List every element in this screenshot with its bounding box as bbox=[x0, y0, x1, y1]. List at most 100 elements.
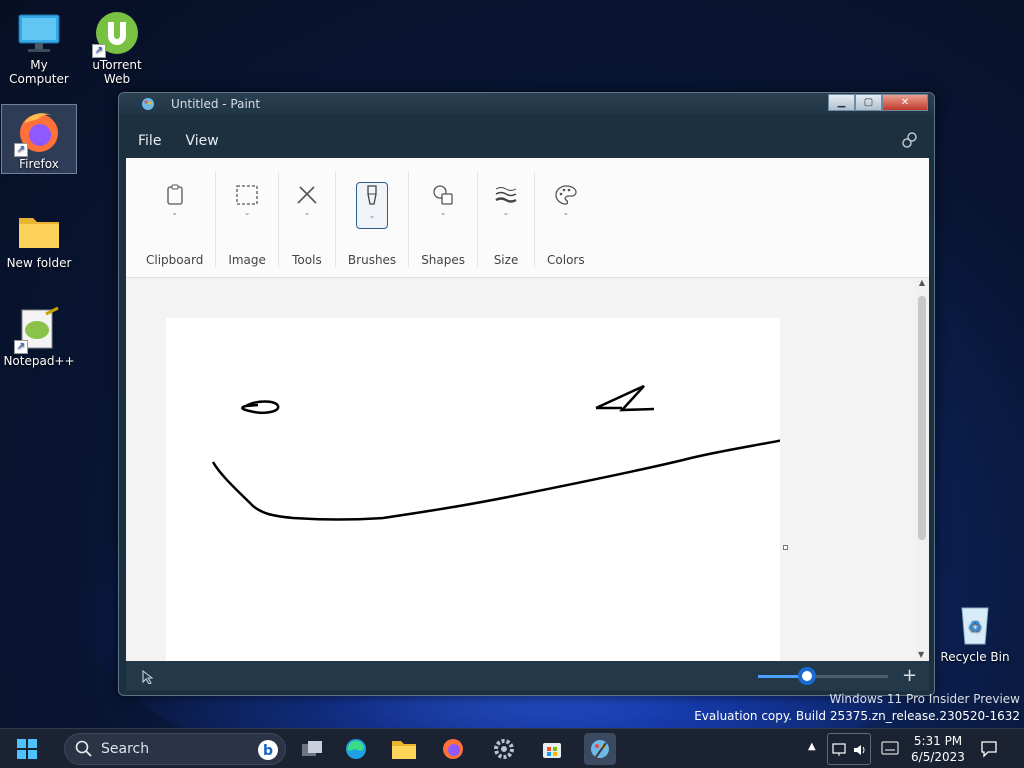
chevron-down-icon: ⌄ bbox=[368, 211, 376, 220]
canvas-resize-handle[interactable] bbox=[783, 545, 788, 550]
search-icon bbox=[75, 740, 92, 757]
volume-icon bbox=[854, 745, 865, 755]
clock[interactable]: 5:31 PM 6/5/2023 bbox=[908, 733, 968, 768]
ribbon-group-shapes[interactable]: ⌄ Shapes bbox=[409, 172, 479, 267]
chevron-down-icon: ⌄ bbox=[562, 208, 570, 217]
desktop-icon-recycle-bin[interactable]: ♻ Recycle Bin bbox=[937, 598, 1013, 664]
ribbon-group-label: Tools bbox=[292, 253, 322, 267]
scroll-up-icon[interactable]: ▲ bbox=[915, 278, 929, 287]
monitor-icon bbox=[16, 10, 62, 56]
chevron-down-icon: ⌄ bbox=[171, 208, 178, 217]
windows-logo-icon bbox=[17, 739, 37, 759]
window-title: Untitled - Paint bbox=[171, 97, 261, 111]
drawing-strokes bbox=[211, 384, 784, 521]
watermark-edition: Windows 11 Pro Insider Preview bbox=[829, 692, 1020, 706]
taskbar-search[interactable]: Search b bbox=[64, 733, 286, 765]
folder-icon bbox=[16, 208, 62, 254]
network-icon bbox=[832, 743, 846, 756]
scrollbar-thumb[interactable] bbox=[918, 296, 926, 540]
tray-group[interactable] bbox=[827, 733, 871, 765]
bing-icon[interactable]: b bbox=[257, 739, 279, 761]
notepad-plus-plus-icon: ↗ bbox=[14, 306, 62, 354]
stroke-right-eye bbox=[595, 384, 655, 412]
minimize-button[interactable]: ▁ bbox=[828, 94, 855, 111]
settings-taskbar-icon[interactable] bbox=[488, 733, 520, 765]
desktop-icon-label: uTorrent Web bbox=[92, 58, 142, 86]
stroke-smile bbox=[211, 438, 784, 521]
settings-icon[interactable] bbox=[901, 131, 919, 149]
desktop-icon-notepad-plus-plus[interactable]: ↗ Notepad++ bbox=[1, 302, 77, 368]
start-button[interactable] bbox=[11, 733, 43, 765]
svg-text:♻: ♻ bbox=[968, 617, 982, 636]
palette-icon: ⌄ bbox=[550, 184, 582, 229]
ribbon-group-colors[interactable]: ⌄ Colors bbox=[535, 172, 597, 267]
notification-icon[interactable] bbox=[980, 740, 998, 758]
drawing-canvas[interactable] bbox=[166, 318, 784, 668]
firefox-icon: ↗ bbox=[14, 109, 62, 157]
ribbon-group-size[interactable]: ⌄ Size bbox=[478, 172, 536, 267]
shapes-icon: ⌄ bbox=[427, 184, 459, 229]
shortcut-arrow-icon: ↗ bbox=[92, 44, 106, 58]
clipboard-icon: ⌄ bbox=[159, 184, 191, 229]
zoom-slider[interactable] bbox=[758, 667, 888, 685]
utorrent-icon: ↗ bbox=[92, 10, 140, 58]
ribbon-group-label: Size bbox=[493, 253, 519, 267]
ribbon-group-label: Colors bbox=[547, 253, 585, 267]
recycle-bin-icon: ♻ bbox=[952, 602, 998, 648]
paint-taskbar-icon[interactable] bbox=[584, 733, 616, 765]
shortcut-arrow-icon: ↗ bbox=[14, 143, 28, 157]
chevron-down-icon: ⌄ bbox=[243, 208, 251, 217]
search-label: Search bbox=[101, 741, 150, 757]
paint-app-icon bbox=[142, 98, 154, 110]
desktop-icon-my-computer[interactable]: My Computer bbox=[1, 6, 77, 86]
store-icon[interactable] bbox=[536, 733, 568, 765]
firefox-taskbar-icon[interactable] bbox=[437, 733, 469, 765]
clock-time: 5:31 PM bbox=[913, 734, 963, 748]
shortcut-arrow-icon: ↗ bbox=[14, 340, 28, 354]
svg-text:b: b bbox=[263, 743, 273, 759]
desktop-icon-label: Recycle Bin bbox=[940, 650, 1010, 664]
desktop-icon-utorrent-web[interactable]: ↗ uTorrent Web bbox=[79, 6, 155, 86]
file-explorer-icon[interactable] bbox=[388, 733, 420, 765]
status-bar: + bbox=[126, 661, 929, 691]
ribbon: ⌄ Clipboard ⌄ Image ⌄ Tools ⌄ Brushes ⌄ … bbox=[126, 158, 929, 278]
desktop-icon-new-folder[interactable]: New folder bbox=[1, 204, 77, 270]
vertical-scrollbar[interactable]: ▲ ▼ bbox=[915, 278, 929, 661]
maximize-button[interactable]: ▢ bbox=[855, 94, 882, 111]
ribbon-group-label: Clipboard bbox=[146, 253, 204, 267]
taskbar: Search b ▲ 5:31 PM 6/5/2023 bbox=[0, 728, 1024, 768]
show-hidden-icons-chevron-icon[interactable]: ▲ bbox=[808, 741, 816, 768]
paint-window[interactable]: Untitled - Paint ▁ ▢ ✕ File View ⌄ Clipb… bbox=[118, 92, 935, 696]
ribbon-group-brushes[interactable]: ⌄ Brushes bbox=[336, 172, 410, 267]
desktop-icon-label: New folder bbox=[6, 256, 72, 270]
task-view-icon[interactable] bbox=[296, 733, 328, 765]
desktop-icon-label: Firefox bbox=[19, 157, 59, 171]
scroll-down-icon[interactable]: ▼ bbox=[918, 650, 924, 659]
ribbon-group-label: Brushes bbox=[347, 253, 397, 267]
ribbon-group-tools[interactable]: ⌄ Tools bbox=[279, 172, 336, 267]
cursor-position-icon bbox=[142, 670, 153, 684]
title-bar[interactable]: Untitled - Paint ▁ ▢ ✕ bbox=[119, 93, 934, 115]
window-controls: ▁ ▢ ✕ bbox=[828, 94, 928, 111]
zoom-in-icon[interactable]: + bbox=[902, 665, 917, 686]
watermark-build: Evaluation copy. Build 25375.zn_release.… bbox=[694, 709, 1020, 723]
brush-icon: ⌄ bbox=[356, 182, 389, 229]
ribbon-group-image[interactable]: ⌄ Image bbox=[216, 172, 279, 267]
menu-file[interactable]: File bbox=[126, 133, 173, 149]
canvas-area[interactable]: ▲ ▼ bbox=[126, 278, 929, 668]
stroke-left-eye bbox=[241, 400, 280, 414]
desktop-icon-firefox[interactable]: ↗ Firefox bbox=[1, 104, 77, 174]
ribbon-group-label: Shapes bbox=[421, 253, 466, 267]
desktop-icon-label: Notepad++ bbox=[3, 354, 75, 368]
keyboard-icon[interactable] bbox=[881, 741, 899, 755]
zoom-slider-knob[interactable] bbox=[798, 667, 816, 685]
menu-view[interactable]: View bbox=[173, 133, 230, 149]
size-icon: ⌄ bbox=[490, 184, 522, 229]
ribbon-group-label: Image bbox=[228, 253, 266, 267]
edge-icon[interactable] bbox=[340, 733, 372, 765]
tools-icon: ⌄ bbox=[291, 184, 323, 229]
close-button[interactable]: ✕ bbox=[882, 94, 928, 111]
ribbon-group-clipboard[interactable]: ⌄ Clipboard bbox=[134, 172, 217, 267]
chevron-down-icon: ⌄ bbox=[303, 208, 311, 217]
chevron-down-icon: ⌄ bbox=[439, 208, 447, 217]
